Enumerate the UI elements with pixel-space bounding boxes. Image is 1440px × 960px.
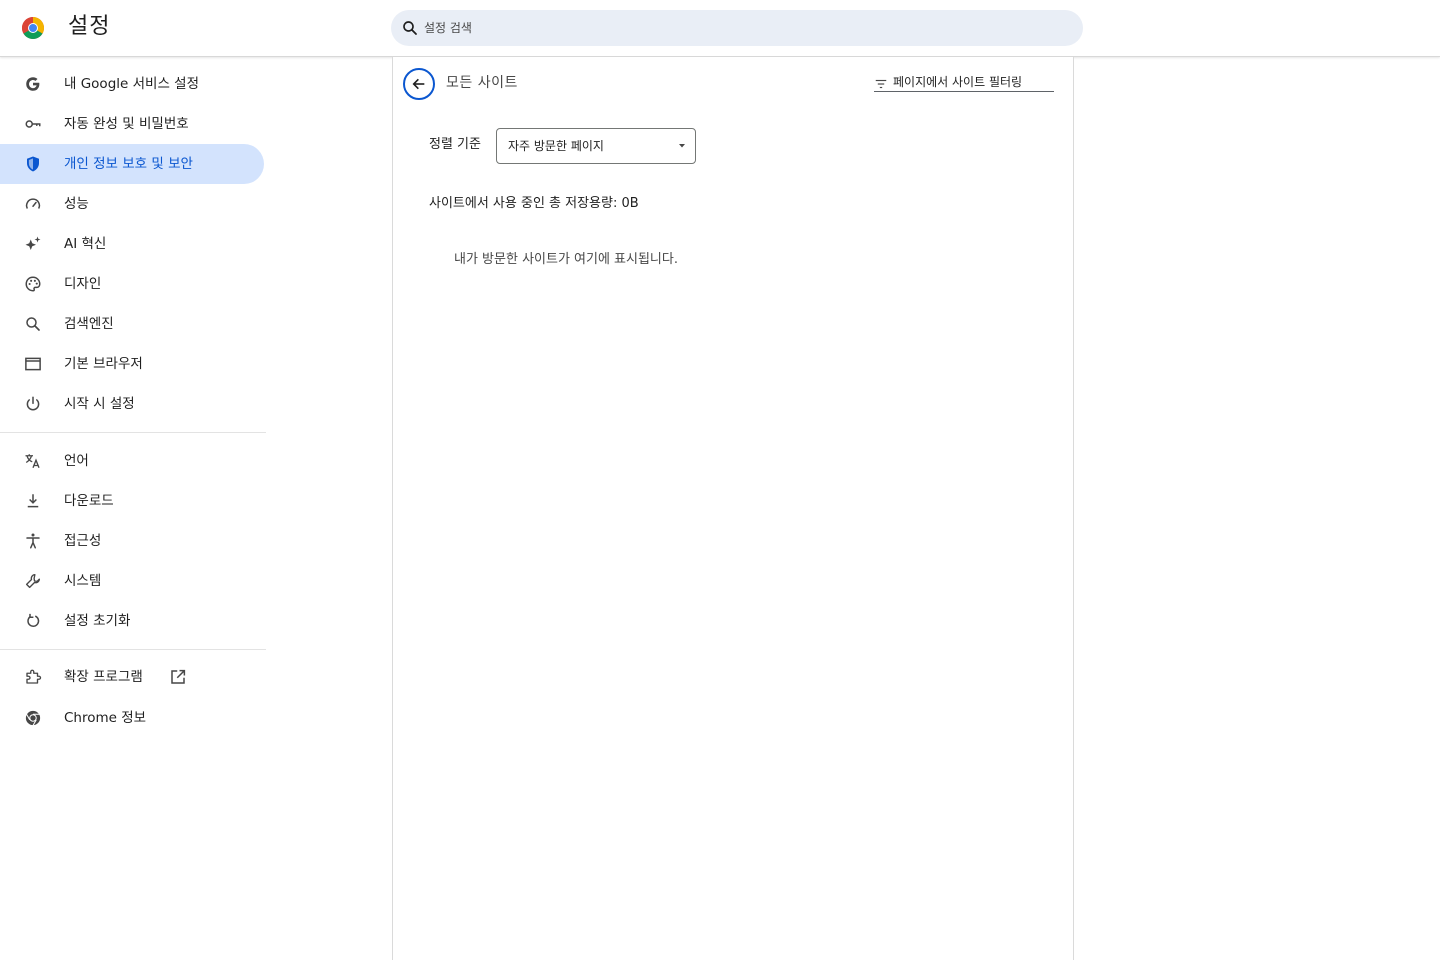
google-g-icon [26,77,40,91]
accessibility-icon [26,533,40,549]
sidebar-item-label: 검색엔진 [64,316,114,332]
sidebar-item-label: 다운로드 [64,493,114,509]
chrome-logo-icon [22,17,44,39]
sidebar-item-label: 내 Google 서비스 설정 [64,76,199,92]
extension-icon [26,669,42,684]
sidebar-item-appearance[interactable]: 디자인 [0,264,264,304]
sidebar-item-languages[interactable]: 언어 [0,441,264,481]
caret-down-icon [679,144,685,148]
reset-icon [27,613,40,627]
sparkle-icon [25,236,41,250]
wrench-icon [25,573,41,589]
sidebar-item-label: 자동 완성 및 비밀번호 [64,116,189,132]
sidebar-item-on-startup[interactable]: 시작 시 설정 [0,384,264,424]
sidebar-item-label: 성능 [64,196,89,212]
sort-select[interactable]: 자주 방문한 페이지 [496,128,696,164]
search-icon [26,317,40,331]
sidebar-item-system[interactable]: 시스템 [0,561,264,601]
sidebar-item-label: 개인 정보 보호 및 보안 [64,156,193,172]
page-title: 모든 사이트 [446,75,518,91]
sidebar-item-label: 확장 프로그램 [64,669,143,685]
sidebar-item-accessibility[interactable]: 접근성 [0,521,264,561]
sidebar-item-default-browser[interactable]: 기본 브라우저 [0,344,264,384]
open-in-new-icon [171,669,186,684]
sidebar-item-extensions[interactable]: 확장 프로그램 [0,657,264,697]
translate-icon [25,454,40,469]
arrow-back-icon [412,78,425,90]
empty-state-message: 내가 방문한 사이트가 여기에 표시됩니다. [454,252,678,267]
sidebar-item-label: 접근성 [64,533,102,549]
sidebar-item-autofill[interactable]: 자동 완성 및 비밀번호 [0,104,264,144]
palette-icon [25,276,41,292]
sidebar-item-label: 디자인 [64,276,102,292]
sidebar-divider [0,432,266,433]
header: 설정 [0,0,1440,57]
download-icon [27,494,39,508]
back-button[interactable] [403,68,435,100]
sidebar: 내 Google 서비스 설정 자동 완성 및 비밀번호 개인 정보 보호 및 … [0,57,266,960]
sidebar-item-label: 시스템 [64,573,102,589]
sidebar-item-google-services[interactable]: 내 Google 서비스 설정 [0,64,264,104]
sidebar-item-about-chrome[interactable]: Chrome 정보 [0,698,264,738]
sidebar-item-ai[interactable]: AI 혁신 [0,224,264,264]
search-icon [403,21,417,35]
speedometer-icon [25,198,41,209]
sort-label: 정렬 기준 [429,137,481,152]
filter-icon [875,79,887,89]
sidebar-item-reset-settings[interactable]: 설정 초기화 [0,601,264,641]
app-title: 설정 [68,14,111,39]
site-filter[interactable] [874,72,1054,92]
sidebar-item-privacy-security[interactable]: 개인 정보 보호 및 보안 [0,144,264,184]
chrome-icon [25,710,41,726]
power-icon [26,396,40,411]
browser-window-icon [25,357,41,371]
sort-selected-value: 자주 방문한 페이지 [508,139,604,153]
sidebar-item-label: Chrome 정보 [64,710,147,726]
shield-icon [27,156,39,172]
settings-search[interactable] [391,10,1083,46]
settings-window: 설정 내 Google 서비스 설정 자동 완성 및 비밀 [0,0,1440,960]
storage-summary: 사이트에서 사용 중인 총 저장용량: 0B [429,196,639,211]
all-sites-panel: 모든 사이트 정렬 기준 자주 방문한 페이지 사이트에서 사용 중인 총 저장… [392,57,1074,960]
key-icon [25,120,41,128]
search-input[interactable] [424,10,1064,46]
sidebar-item-label: 언어 [64,453,89,469]
sidebar-item-search-engine[interactable]: 검색엔진 [0,304,264,344]
sidebar-item-label: AI 혁신 [64,236,107,252]
sidebar-item-label: 설정 초기화 [64,613,131,629]
sidebar-item-label: 기본 브라우저 [64,356,143,372]
sidebar-item-performance[interactable]: 성능 [0,184,264,224]
sidebar-divider [0,649,266,650]
sidebar-item-label: 시작 시 설정 [64,396,135,412]
site-filter-input[interactable] [893,72,1053,92]
sidebar-item-downloads[interactable]: 다운로드 [0,481,264,521]
